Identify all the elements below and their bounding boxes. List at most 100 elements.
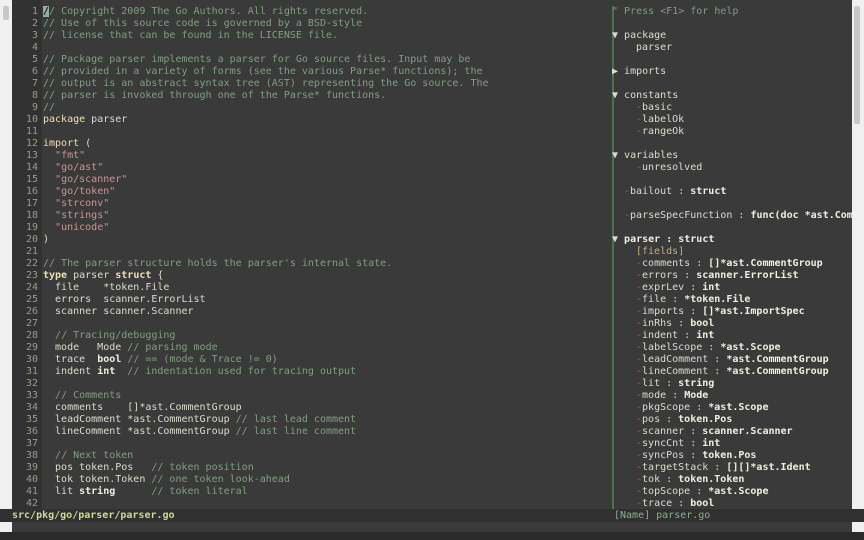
code-text: import ( (43, 138, 91, 150)
tag-item-basic[interactable]: -basic (636, 102, 672, 114)
tag-item-labelScope[interactable]: -labelScope : *ast.Scope (636, 342, 781, 354)
tagbar-panel[interactable]: " Press <F1> for help ▼ package parser ▶ im… (612, 0, 852, 509)
left-scrollbar[interactable] (3, 6, 9, 20)
scrollbar-thumb[interactable] (854, 6, 860, 124)
tag-type: token.Pos (702, 450, 757, 461)
tag-name: [fields] (636, 246, 685, 257)
tag-type: *ast.Scope (708, 402, 769, 413)
separator: : (660, 474, 679, 485)
code-token: // parser is invoked through one of the … (43, 90, 387, 101)
fold-column (612, 114, 614, 126)
tag-item-scanner[interactable]: -scanner : scanner.Scanner (636, 426, 793, 438)
code-editor[interactable]: 1 // Copyright 2009 The Go Authors. All r… (12, 0, 609, 509)
tag-item-bailout[interactable]: -bailout : struct (624, 186, 726, 198)
tag-item-trace[interactable]: -trace : bool (636, 498, 714, 509)
tag-item-lineComment[interactable]: -lineComment : *ast.CommentGroup (636, 366, 829, 378)
tag-item[interactable]: parser (636, 42, 672, 54)
tag-item-syncCnt[interactable]: -syncCnt : int (636, 438, 720, 450)
code-text: indent int // indentation used for traci… (43, 366, 356, 378)
tag-name: pkgScope (642, 402, 691, 413)
tag-type: token.Token (678, 474, 745, 485)
tag-item-mode[interactable]: -mode : Mode (636, 390, 708, 402)
line-number: 20 (25, 234, 38, 245)
separator: : (684, 282, 703, 293)
tag-item-tok[interactable]: -tok : token.Token (636, 474, 744, 486)
separator: : (684, 438, 703, 449)
fold-column (612, 282, 614, 294)
code-text: // parser is invoked through one of the … (43, 90, 386, 102)
line-number: 39 (25, 462, 38, 473)
code-token: // last lead comment (235, 414, 357, 425)
fold-column (612, 342, 614, 354)
tagbar-help[interactable]: " Press <F1> for help (612, 6, 738, 18)
tag-item-leadComment[interactable]: -leadComment : *ast.CommentGroup (636, 354, 829, 366)
separator: : (690, 486, 709, 497)
tag-item-file[interactable]: -file : *token.File (636, 294, 750, 306)
tag-item-parseSpecFunction[interactable]: -parseSpecFunction : func(doc *ast.Comm (624, 210, 852, 222)
code-token: bool (97, 354, 122, 365)
line-number: 8 (31, 90, 38, 101)
line-number: 42 (25, 498, 38, 509)
tag-name: imports (642, 306, 685, 317)
tag-type: scanner.ErrorList (696, 270, 799, 281)
fold-column (612, 42, 614, 54)
tag-item-comments[interactable]: -comments : []*ast.CommentGroup (636, 258, 823, 270)
tag-item[interactable]: [fields] (636, 246, 684, 258)
tag-item-pkgScope[interactable]: -pkgScope : *ast.Scope (636, 402, 768, 414)
tag-group-imports[interactable]: ▶ imports (612, 66, 666, 78)
fold-column (612, 330, 614, 342)
tag-item-syncPos[interactable]: -syncPos : token.Pos (636, 450, 756, 462)
tag-name: labelOk (642, 114, 685, 125)
tag-type: []*ast.CommentGroup (708, 258, 823, 269)
code-text: // output is an abstract syntax tree (AS… (43, 78, 489, 90)
code-token: // == (mode & Trace != 0) (127, 354, 278, 365)
tag-item-topScope[interactable]: -topScope : *ast.Scope (636, 486, 768, 498)
code-text: tok token.Token // one token look-ahead (43, 474, 290, 486)
fold-column (612, 54, 614, 66)
tag-item-inRhs[interactable]: -inRhs : bool (636, 318, 714, 330)
tag-item-unresolved[interactable]: -unresolved (636, 162, 702, 174)
tag-type: struct (678, 234, 715, 245)
tag-group-package[interactable]: ▼ package (612, 30, 666, 42)
tag-item-pos[interactable]: -pos : token.Pos (636, 414, 732, 426)
tagbar-scrollbar[interactable] (852, 6, 862, 509)
line-number: 9 (31, 102, 38, 113)
tag-type: struct (690, 186, 727, 197)
tag-group-variables[interactable]: ▼ variables (612, 150, 678, 162)
tag-type: int (702, 282, 721, 293)
line-number: 38 (25, 450, 38, 461)
code-token: parser (85, 114, 128, 125)
line-number: 31 (25, 366, 38, 377)
line-number: 12 (25, 138, 38, 149)
code-token: package (43, 114, 86, 125)
tag-item-labelOk[interactable]: -labelOk (636, 114, 684, 126)
tag-item-targetStack[interactable]: -targetStack : [][]*ast.Ident (636, 462, 811, 474)
tag-type: *ast.CommentGroup (726, 366, 829, 377)
tag-item-imports[interactable]: -imports : []*ast.ImportSpec (636, 306, 805, 318)
tag-name: unresolved (642, 162, 703, 173)
tag-type: bool (690, 318, 715, 329)
line-number: 30 (25, 354, 38, 365)
code-token: ( (79, 138, 92, 149)
fold-column (612, 402, 614, 414)
tag-item-exprLev[interactable]: -exprLev : int (636, 282, 720, 294)
tag-group-constants[interactable]: ▼ constants (612, 90, 678, 102)
tag-item-lit[interactable]: -lit : string (636, 378, 714, 390)
expanded-arrow-icon: ▼ (612, 30, 625, 41)
tag-item-indent[interactable]: -indent : int (636, 330, 714, 342)
line-number: 15 (25, 174, 38, 185)
tag-item-errors[interactable]: -errors : scanner.ErrorList (636, 270, 799, 282)
separator: : (672, 318, 691, 329)
line-number: 14 (25, 162, 38, 173)
line-number: 29 (25, 342, 38, 353)
command-line[interactable] (12, 522, 852, 532)
tag-item-rangeOk[interactable]: -rangeOk (636, 126, 684, 138)
code-token: file *token.File (43, 282, 170, 293)
line-number: 10 (25, 114, 38, 125)
tag-group-parser[interactable]: ▼ parser : struct (612, 234, 714, 246)
code-text: mode Mode // parsing mode (43, 342, 218, 354)
